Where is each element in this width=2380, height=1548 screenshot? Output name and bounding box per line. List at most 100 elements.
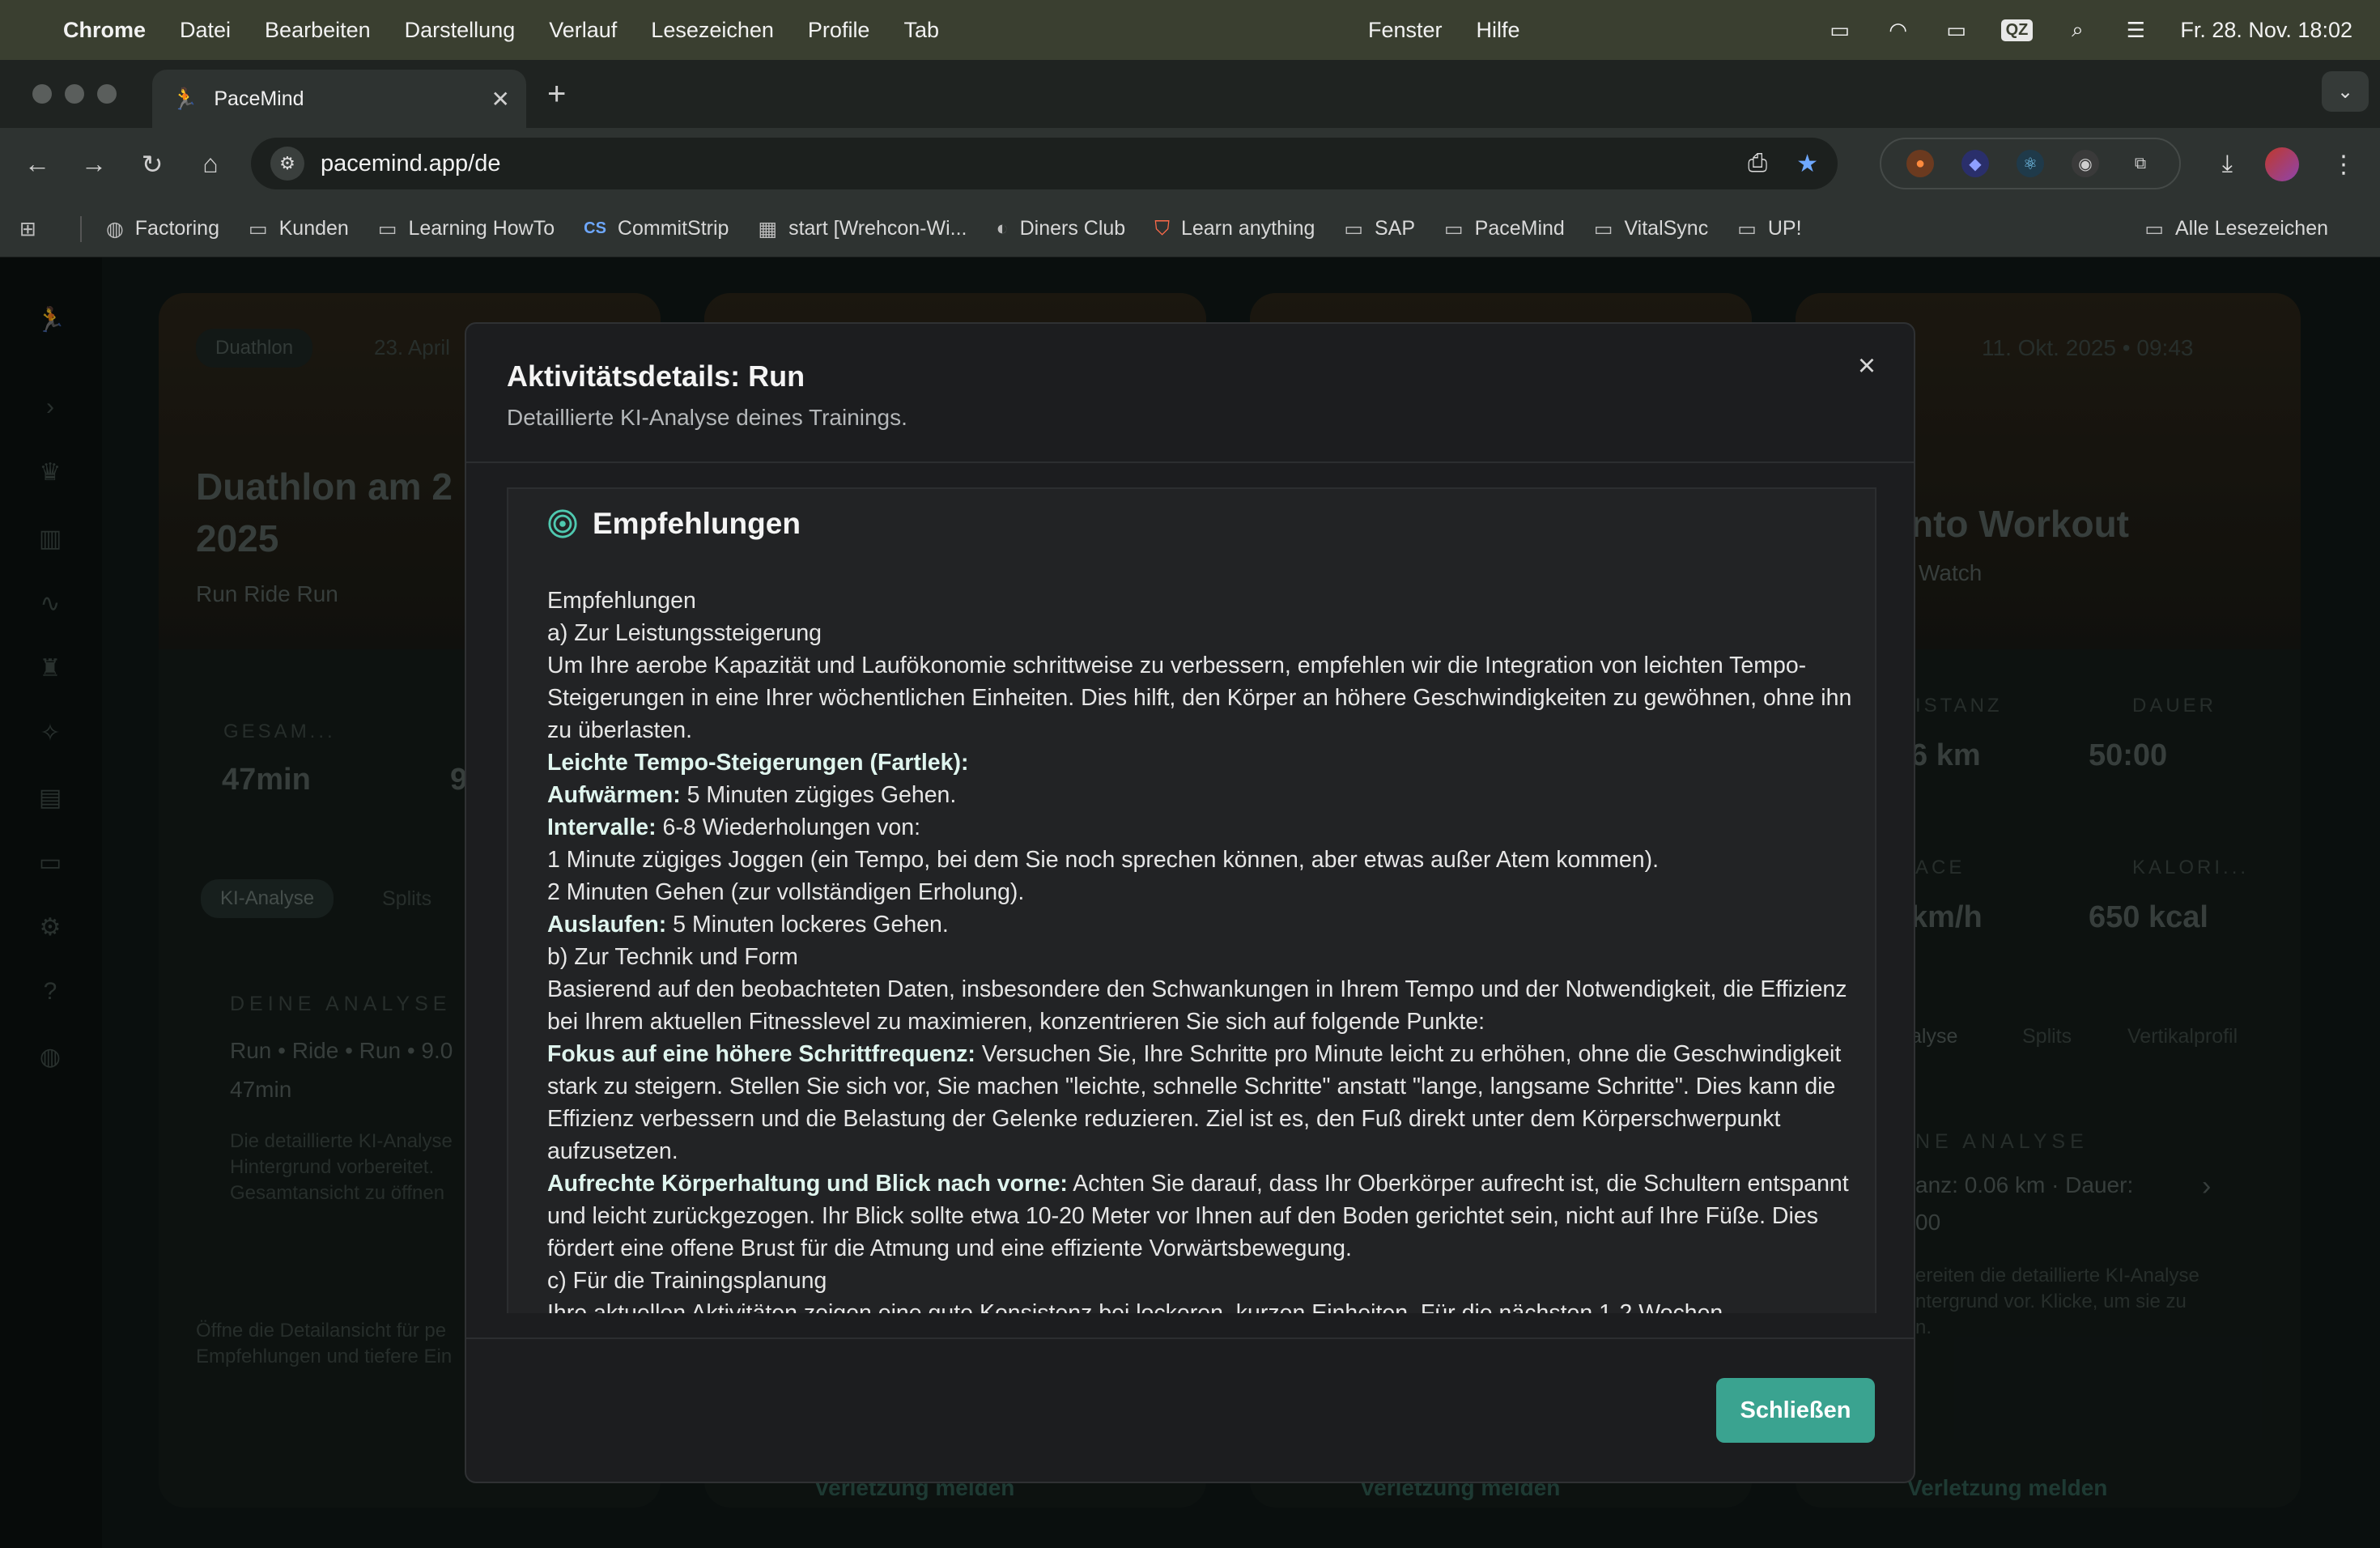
- recommendation-text: 1 Minute zügiges Joggen (ein Tempo, bei …: [547, 847, 1659, 873]
- activity-details-dialog: Aktivitätsdetails: Run Detaillierte KI-A…: [465, 322, 1915, 1483]
- extensions-puzzle-icon[interactable]: ⧉: [2127, 150, 2154, 177]
- learn-anything-icon: ⛉: [1154, 217, 1170, 240]
- folder-icon: ▭: [1344, 217, 1363, 240]
- wiki-icon: ▦: [758, 217, 778, 240]
- bookmark-kunden[interactable]: ▭ Kunden: [249, 217, 349, 241]
- bookmarks-bar: ⊞ ◍ Factoring ▭ Kunden ▭ Learning HowTo CS C…: [0, 201, 2380, 257]
- new-tab-icon[interactable]: +: [547, 76, 566, 113]
- globe-icon: ◍: [105, 217, 124, 240]
- recommendation-paragraph: Aufwärmen: 5 Minuten zügiges Gehen.: [547, 779, 1859, 811]
- window-zoom-button[interactable]: [97, 84, 117, 104]
- recommendation-paragraph: Auslaufen: 5 Minuten lockeres Gehen.: [547, 908, 1859, 941]
- recommendation-text: 5 Minuten zügiges Gehen.: [680, 782, 957, 808]
- bookmark-up[interactable]: ▭ UP!: [1737, 217, 1801, 241]
- url-text[interactable]: pacemind.app/de: [321, 151, 501, 177]
- recommendations-text: Empfehlungen a) Zur Leistungssteigerung Um…: [547, 585, 1859, 1313]
- runner-favicon-icon: 🏃: [172, 86, 198, 111]
- site-info-icon[interactable]: ⚙: [270, 147, 304, 181]
- screen-mirroring-icon[interactable]: ▭: [1826, 18, 1854, 42]
- recommendation-text: Um Ihre aerobe Kapazität und Laufökonomi…: [547, 653, 1852, 743]
- tab-title: PaceMind: [214, 87, 304, 110]
- qz-menu-icon[interactable]: QZ: [2000, 19, 2034, 41]
- recommendation-bold-label: Aufrechte Körperhaltung und Blick nach v…: [547, 1171, 1068, 1197]
- menu-tab[interactable]: Tab: [903, 18, 939, 43]
- tab-close-icon[interactable]: ✕: [491, 86, 510, 113]
- menu-darstellung[interactable]: Darstellung: [405, 18, 516, 43]
- bookmark-label: start [Wrehcon-Wi...: [788, 217, 967, 240]
- diners-club-icon: ◐: [996, 217, 1009, 240]
- extensions-group: ● ◆ ⚛ ◉ ⧉: [1880, 138, 2181, 189]
- spotlight-search-icon[interactable]: ⌕: [2063, 17, 2091, 41]
- bookmark-learning-howto[interactable]: ▭ Learning HowTo: [378, 217, 555, 241]
- menu-hilfe[interactable]: Hilfe: [1477, 18, 1520, 43]
- bookmark-sap[interactable]: ▭ SAP: [1344, 217, 1415, 241]
- recommendation-text: 6-8 Wiederholungen von:: [656, 814, 921, 840]
- battery-icon[interactable]: ▭: [1943, 18, 1970, 42]
- browser-tab-pacemind[interactable]: 🏃 PaceMind ✕: [152, 70, 526, 128]
- tab-search-chevron-icon[interactable]: ⌄: [2322, 71, 2369, 112]
- browser-toolbar: ← → ↻ ⌂ ⚙ pacemind.app/de ⎙ ★ ● ◆ ⚛ ◉ ⧉ …: [0, 128, 2380, 201]
- forward-arrow-icon[interactable]: →: [78, 149, 110, 179]
- address-bar[interactable]: ⚙ pacemind.app/de ⎙ ★: [251, 138, 1838, 189]
- browser-menu-icon[interactable]: ⋮: [2331, 151, 2356, 179]
- folder-icon: ▭: [2144, 217, 2164, 240]
- window-controls: [32, 84, 117, 104]
- wifi-icon[interactable]: ◠: [1885, 18, 1912, 42]
- menu-datei[interactable]: Datei: [180, 18, 231, 43]
- bookmark-vitalsync[interactable]: ▭ VitalSync: [1594, 217, 1708, 241]
- recommendation-paragraph: Ihre aktuellen Aktivitäten zeigen eine g…: [547, 1297, 1859, 1313]
- bookmark-factoring[interactable]: ◍ Factoring: [106, 217, 219, 241]
- bookmarks-separator: [79, 215, 82, 242]
- bookmark-commitstrip[interactable]: CS CommitStrip: [584, 217, 729, 240]
- apps-grid-icon[interactable]: ⊞: [19, 217, 48, 241]
- bookmark-pacemind[interactable]: ▭ PaceMind: [1444, 217, 1565, 241]
- menu-clock[interactable]: Fr. 28. Nov. 18:02: [2180, 18, 2352, 43]
- control-center-icon[interactable]: ☰: [2122, 18, 2149, 42]
- recommendation-text: a) Zur Leistungssteigerung: [547, 620, 822, 646]
- dialog-close-icon[interactable]: ×: [1849, 348, 1885, 384]
- recommendation-text: Ihre aktuellen Aktivitäten zeigen eine g…: [547, 1300, 1723, 1313]
- menu-lesezeichen[interactable]: Lesezeichen: [651, 18, 774, 43]
- menu-verlauf[interactable]: Verlauf: [549, 18, 617, 43]
- back-arrow-icon[interactable]: ←: [21, 149, 53, 179]
- menu-bearbeiten[interactable]: Bearbeiten: [265, 18, 371, 43]
- dialog-header-divider: [466, 461, 1914, 463]
- bookmark-label: SAP: [1375, 217, 1416, 240]
- home-icon[interactable]: ⌂: [194, 149, 227, 179]
- extension-privacy-icon[interactable]: ◉: [2072, 150, 2099, 177]
- recommendation-paragraph: Intervalle: 6-8 Wiederholungen von:: [547, 811, 1859, 844]
- bookmark-label: Diners Club: [1019, 217, 1126, 240]
- window-minimize-button[interactable]: [65, 84, 84, 104]
- folder-icon: ▭: [1593, 217, 1613, 240]
- recommendations-scroll-area[interactable]: Empfehlungen Empfehlungen a) Zur Leistung…: [507, 487, 1876, 1313]
- recommendation-text: Basierend auf den beobachteten Daten, in…: [547, 976, 1847, 1035]
- extension-shield-icon[interactable]: ◆: [1961, 150, 1989, 177]
- recommendation-bold-label: Auslaufen:: [547, 912, 667, 938]
- bookmark-learn-anything[interactable]: ⛉ Learn anything: [1154, 217, 1315, 240]
- profile-avatar[interactable]: [2265, 147, 2299, 181]
- bookmark-diners-club[interactable]: ◐ Diners Club: [996, 217, 1125, 240]
- folder-icon: ▭: [1444, 217, 1464, 240]
- extension-fox-icon[interactable]: ●: [1906, 150, 1934, 177]
- window-close-button[interactable]: [32, 84, 52, 104]
- install-app-icon[interactable]: ⎙: [1748, 150, 1767, 178]
- bookmark-label: Kunden: [278, 217, 349, 240]
- menu-profile[interactable]: Profile: [808, 18, 870, 43]
- bookmark-start-wrehcon[interactable]: ▦ start [Wrehcon-Wi...: [758, 217, 967, 241]
- close-button[interactable]: Schließen: [1716, 1378, 1875, 1443]
- menu-app-chrome[interactable]: Chrome: [63, 18, 146, 43]
- recommendation-paragraph: b) Zur Technik und Form: [547, 941, 1859, 973]
- recommendation-paragraph: Aufrechte Körperhaltung und Blick nach v…: [547, 1167, 1859, 1265]
- bookmark-label: Alle Lesezeichen: [2174, 217, 2328, 240]
- recommendation-paragraph: Um Ihre aerobe Kapazität und Laufökonomi…: [547, 649, 1859, 746]
- recommendations-header: Empfehlungen: [547, 507, 801, 541]
- bookmark-star-icon[interactable]: ★: [1796, 150, 1818, 178]
- extension-react-icon[interactable]: ⚛: [2017, 150, 2044, 177]
- reload-icon[interactable]: ↻: [136, 149, 168, 180]
- menu-fenster[interactable]: Fenster: [1368, 18, 1443, 43]
- dialog-subtitle: Detaillierte KI-Analyse deines Trainings…: [507, 405, 907, 430]
- download-icon[interactable]: ⤓: [2222, 151, 2233, 178]
- recommendation-text: Empfehlungen: [547, 588, 696, 614]
- bookmark-all-bookmarks[interactable]: ▭ Alle Lesezeichen: [2144, 217, 2328, 241]
- bookmark-label: Factoring: [134, 217, 219, 240]
